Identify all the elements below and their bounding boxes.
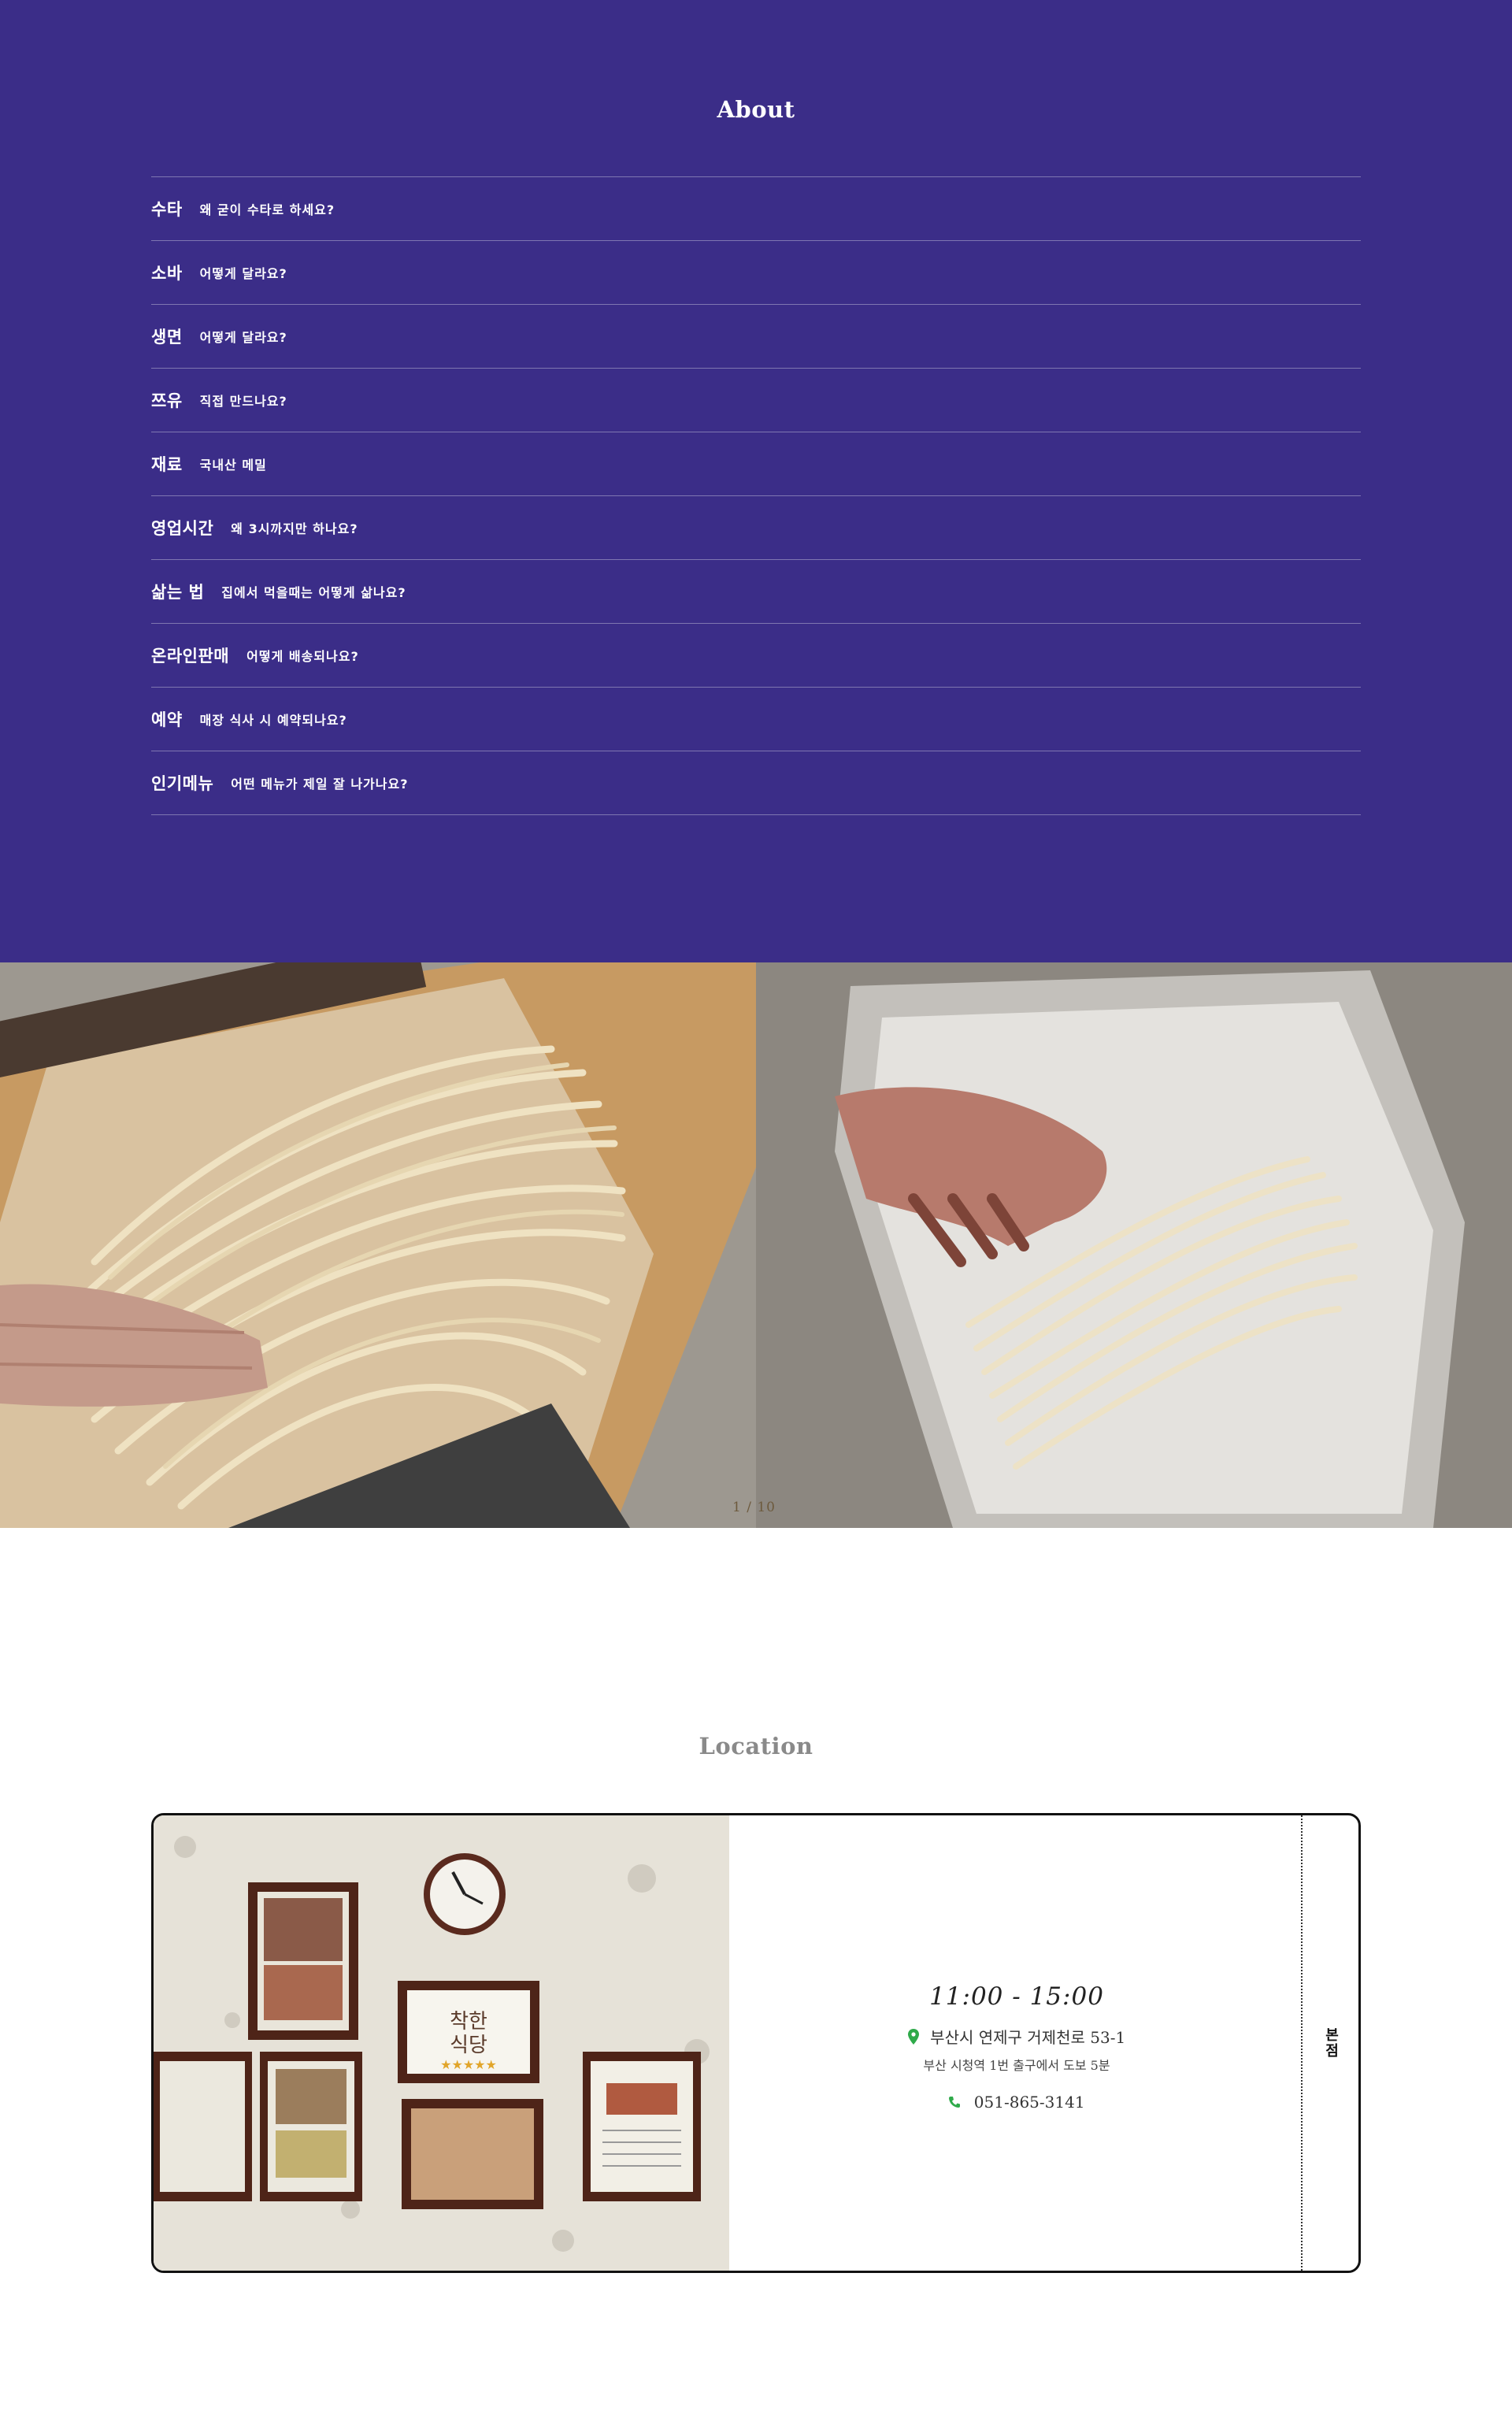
faq-item[interactable]: 삶는 법 집에서 먹을때는 어떻게 삶나요? [151, 560, 1361, 624]
faq-topic: 영업시간 [151, 519, 214, 538]
about-section: About 수타 왜 굳이 수타로 하세요? 소바 어떻게 달라요? 생면 어떻게 달라요… [0, 0, 1512, 962]
faq-topic: 온라인판매 [151, 647, 230, 666]
faq-topic: 예약 [151, 710, 183, 729]
phone-line[interactable]: 051-865-3141 [731, 2093, 1303, 2112]
faq-topic: 재료 [151, 455, 183, 474]
location-card: 착한 식당 ★★★★★ 11:00 - 15:00 부산시 연제구 거제천로 5… [151, 1813, 1361, 2273]
location-title: Location [699, 1733, 813, 1759]
faq-topic: 인기메뉴 [151, 774, 214, 793]
faq-question: 어떻게 배송되나요? [246, 649, 359, 664]
faq-topic: 소바 [151, 264, 183, 283]
address-line: 부산시 연제구 거제천로 53-1 [731, 2025, 1303, 2048]
faq-item[interactable]: 예약 매장 식사 시 예약되나요? [151, 688, 1361, 751]
noodle-illustration-left [0, 962, 756, 1528]
faq-item[interactable]: 쯔유 직접 만드나요? [151, 369, 1361, 432]
faq-item[interactable]: 생면 어떻게 달라요? [151, 305, 1361, 369]
wall-frames-illustration: 착한 식당 ★★★★★ [154, 1815, 729, 2271]
faq-item[interactable]: 수타 왜 굳이 수타로 하세요? [151, 177, 1361, 241]
photo-carousel[interactable]: 1 / 10 [0, 962, 1512, 1528]
phone-icon [948, 2093, 973, 2112]
address-text: 부산시 연제구 거제천로 53-1 [930, 2028, 1126, 2047]
noodle-photo-right [756, 962, 1512, 1528]
location-pin-icon [907, 2028, 930, 2047]
faq-question: 어떻게 달라요? [199, 330, 287, 345]
store-interior-photo: 착한 식당 ★★★★★ [154, 1815, 729, 2271]
faq-question: 국내산 메밀 [199, 458, 267, 473]
faq-question: 왜 굳이 수타로 하세요? [199, 202, 335, 217]
faq-item[interactable]: 온라인판매 어떻게 배송되나요? [151, 624, 1361, 688]
faq-question: 왜 3시까지만 하나요? [231, 521, 358, 536]
svg-text:★★★★★: ★★★★★ [440, 2057, 497, 2072]
faq-item[interactable]: 재료 국내산 메밀 [151, 432, 1361, 496]
faq-topic: 수타 [151, 200, 183, 219]
faq-topic: 쯔유 [151, 391, 183, 410]
faq-question: 집에서 먹을때는 어떻게 삶나요? [221, 585, 406, 600]
noodle-photo-left [0, 962, 756, 1528]
faq-question: 어떤 메뉴가 제일 잘 나가나요? [231, 777, 409, 792]
faq-question: 어떻게 달라요? [199, 266, 287, 281]
faq-question: 직접 만드나요? [199, 394, 287, 409]
svg-text:착한: 착한 [450, 2010, 487, 2034]
faq-topic: 삶는 법 [151, 583, 205, 602]
business-hours: 11:00 - 15:00 [929, 1982, 1104, 2011]
faq-question: 매장 식사 시 예약되나요? [199, 713, 347, 728]
about-title: About [717, 96, 795, 123]
noodle-illustration-right [756, 962, 1512, 1528]
faq-item[interactable]: 영업시간 왜 3시까지만 하나요? [151, 496, 1361, 560]
branch-tab-label: 본점 [1322, 2027, 1340, 2059]
faq-list: 수타 왜 굳이 수타로 하세요? 소바 어떻게 달라요? 생면 어떻게 달라요? 쯔유 직접 … [151, 176, 1361, 815]
faq-topic: 생면 [151, 328, 183, 347]
phone-number: 051-865-3141 [973, 2093, 1085, 2112]
svg-text:식당: 식당 [450, 2034, 487, 2057]
branch-tab-main[interactable]: 본점 [1303, 1815, 1358, 2271]
faq-item[interactable]: 소바 어떻게 달라요? [151, 241, 1361, 305]
subway-directions: 부산 시청역 1번 출구에서 도보 5분 [923, 2058, 1110, 2073]
faq-item[interactable]: 인기메뉴 어떤 메뉴가 제일 잘 나가나요? [151, 751, 1361, 815]
carousel-pager: 1 / 10 [732, 1500, 776, 1515]
location-info: 11:00 - 15:00 부산시 연제구 거제천로 53-1 부산 시청역 1… [731, 1815, 1303, 2271]
